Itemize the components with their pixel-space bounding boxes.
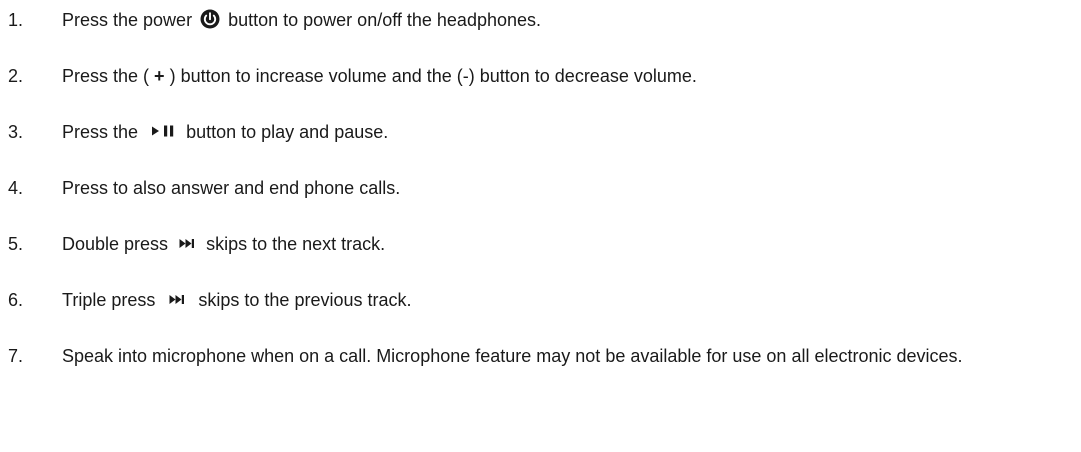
item-number: 3. xyxy=(8,122,24,142)
item-text-before: Double press xyxy=(62,234,169,254)
item-number: 1. xyxy=(8,10,24,30)
item-text-after: button to play and pause. xyxy=(186,122,389,142)
play-pause-icon xyxy=(152,125,174,137)
item-text-after: skips to the next track. xyxy=(206,234,386,254)
item-text: Press the power button to power on/off t… xyxy=(62,8,541,32)
item-text-before: Triple press xyxy=(62,290,156,310)
item-text: Press the ( + ) button to increase volum… xyxy=(62,64,697,88)
power-icon xyxy=(200,9,220,29)
item-number: 7. xyxy=(8,346,24,366)
item-text-before: Press the xyxy=(62,122,139,142)
item-number: 2. xyxy=(8,66,24,86)
item-text-after: skips to the previous track. xyxy=(198,290,412,310)
item-number: 5. xyxy=(8,234,24,254)
instruction-list: 1. Press the power button to power on/of… xyxy=(0,0,1081,452)
item-text: Press to also answer and end phone calls… xyxy=(62,178,401,198)
item-text: Press the button to play and pause. xyxy=(62,120,388,144)
plus-symbol: + xyxy=(154,66,165,86)
item-number: 4. xyxy=(8,178,24,198)
item-text-middle: ) button to increase volume and the (-) … xyxy=(169,66,697,86)
item-text: Triple press skips to the previous track… xyxy=(62,288,411,312)
item-number: 6. xyxy=(8,290,24,310)
item-text-before: Press the power xyxy=(62,10,193,30)
item-text: Speak into microphone when on a call. Mi… xyxy=(62,346,963,366)
next-track-icon xyxy=(169,294,185,304)
item-text-before: Press the ( xyxy=(62,66,150,86)
item-text: Double press skips to the next track. xyxy=(62,232,385,256)
item-text-after: button to power on/off the headphones. xyxy=(228,10,542,30)
next-track-icon xyxy=(179,238,195,248)
